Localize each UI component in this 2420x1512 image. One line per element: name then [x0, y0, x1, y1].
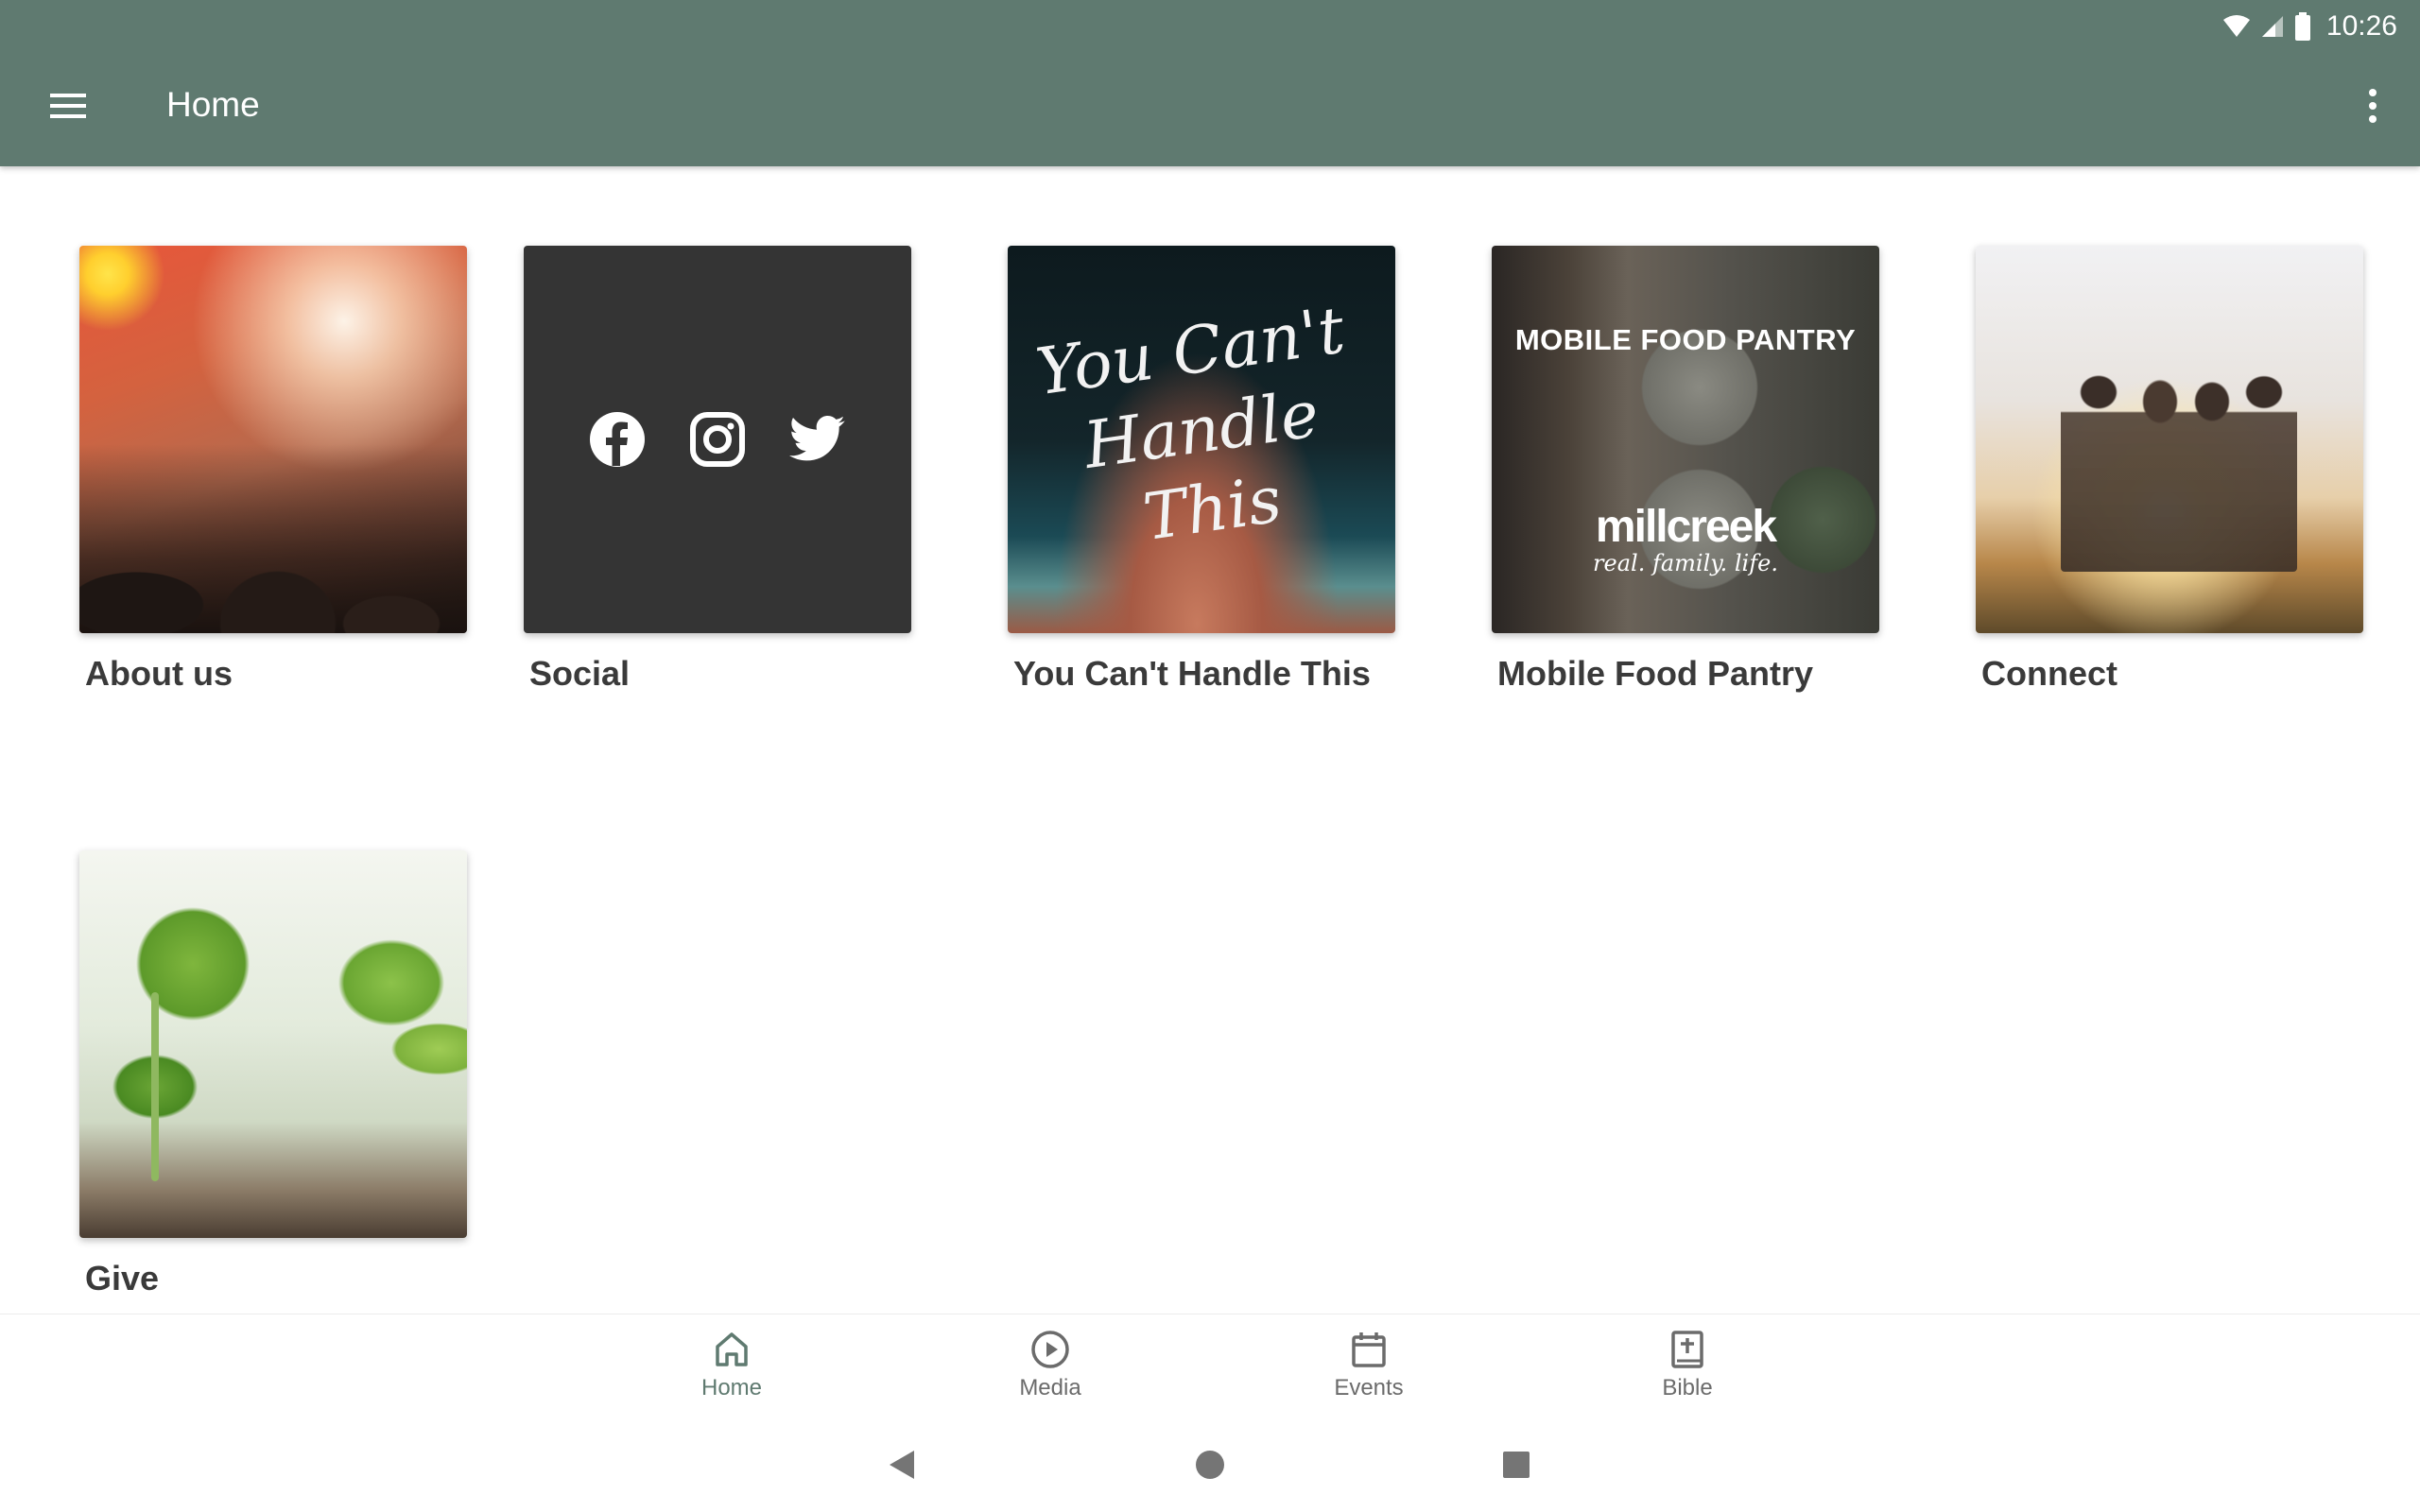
nav-item-media[interactable]: Media [975, 1330, 1126, 1415]
twitter-icon [789, 416, 845, 461]
status-bar: 10:26 [2222, 8, 2397, 45]
system-recents-button[interactable] [1490, 1438, 1543, 1491]
facebook-icon [590, 412, 645, 467]
about-us-image [79, 246, 467, 633]
app-bar: 10:26 Home [0, 0, 2420, 166]
nav-item-events[interactable]: Events [1293, 1330, 1444, 1415]
toolbar: Home [0, 53, 2420, 159]
system-back-button[interactable] [875, 1438, 928, 1491]
tile-label: Mobile Food Pantry [1497, 654, 1814, 693]
tile-social[interactable]: Social [524, 246, 911, 694]
more-vertical-icon [2369, 89, 2377, 123]
home-circle-icon [1196, 1451, 1224, 1479]
tile-about-us[interactable]: About us [79, 246, 467, 694]
nav-label: Media [1019, 1375, 1081, 1400]
tile-give[interactable]: Give [79, 850, 467, 1298]
recents-square-icon [1503, 1452, 1530, 1478]
give-image [79, 850, 467, 1238]
mobile-food-pantry-image: MOBILE FOOD PANTRY millcreek real. famil… [1492, 246, 1879, 633]
calendar-icon [1352, 1332, 1386, 1367]
back-triangle-icon [890, 1451, 914, 1479]
menu-button[interactable] [38, 81, 98, 130]
connect-image [1976, 246, 2363, 633]
cellular-signal-icon [2261, 16, 2283, 37]
home-icon [716, 1332, 748, 1366]
bible-icon [1671, 1331, 1703, 1368]
battery-icon [2294, 12, 2310, 41]
play-circle-icon [1031, 1331, 1069, 1368]
wifi-icon [2222, 15, 2250, 37]
you-cant-handle-this-image: You Can't Handle This [1008, 246, 1395, 633]
tile-mobile-food-pantry[interactable]: MOBILE FOOD PANTRY millcreek real. famil… [1492, 246, 1879, 694]
system-home-button[interactable] [1184, 1438, 1236, 1491]
status-time: 10:26 [2325, 10, 2397, 42]
bottom-navigation: Home Media Events Bible [0, 1314, 2420, 1418]
nav-item-bible[interactable]: Bible [1612, 1330, 1763, 1415]
tile-label: About us [85, 654, 233, 693]
tile-connect[interactable]: Connect [1976, 246, 2363, 694]
hamburger-menu-icon [50, 94, 86, 118]
nav-label: Bible [1662, 1375, 1713, 1400]
tile-label: You Can't Handle This [1013, 654, 1371, 693]
overflow-menu-button[interactable] [2350, 81, 2395, 130]
system-navigation-bar [0, 1418, 2420, 1512]
tile-label: Social [529, 654, 631, 693]
page-title: Home [166, 85, 260, 124]
nav-label: Events [1334, 1375, 1404, 1400]
millcreek-logo: millcreek [1595, 502, 1777, 552]
tile-you-cant-handle-this[interactable]: You Can't Handle This You Can't Handle T… [1008, 246, 1395, 694]
nav-item-home[interactable]: Home [656, 1330, 807, 1415]
nav-label: Home [700, 1375, 763, 1400]
social-image [524, 246, 911, 633]
tile-label: Connect [1981, 654, 2118, 693]
tile-label: Give [85, 1259, 160, 1297]
instagram-icon [690, 412, 745, 467]
